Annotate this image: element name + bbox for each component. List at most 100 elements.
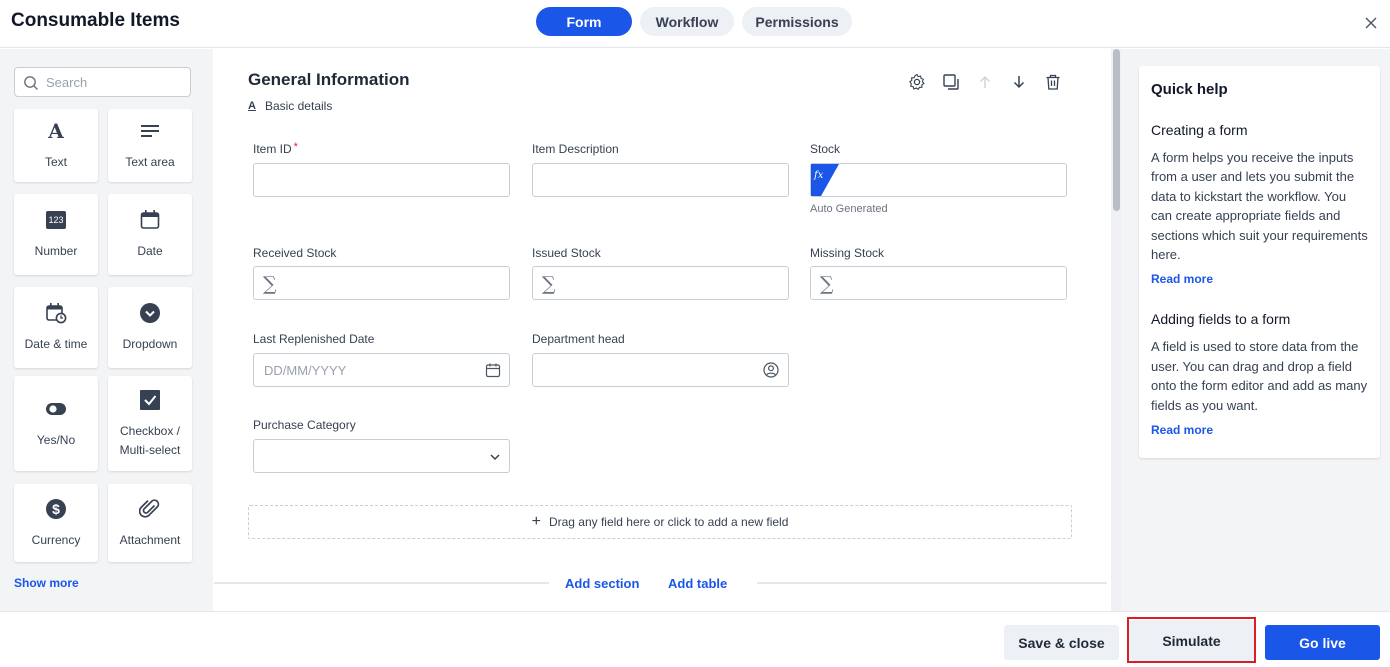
issued-stock-field[interactable]: ∑ xyxy=(532,266,789,300)
section-subtitle-text: Basic details xyxy=(264,99,333,113)
calendar-icon[interactable] xyxy=(485,362,501,378)
footer-bar: Save & close Simulate Go live xyxy=(0,611,1390,667)
text-area-icon xyxy=(141,125,159,137)
add-section-link[interactable]: Add section xyxy=(565,576,639,591)
palette-item-date[interactable]: Date xyxy=(108,194,192,275)
app-title: Consumable Items xyxy=(11,10,180,31)
field-label-received-stock: Received Stock xyxy=(253,246,337,260)
section-toolbar xyxy=(908,73,1062,91)
sum-icon: ∑ xyxy=(820,273,834,295)
user-icon[interactable] xyxy=(763,362,779,378)
calendar-icon xyxy=(140,210,160,229)
dollar-icon: $ xyxy=(46,498,66,519)
department-head-field[interactable] xyxy=(532,353,789,387)
missing-stock-field[interactable]: ∑ xyxy=(810,266,1067,300)
palette-item-label: Yes/No xyxy=(36,433,76,447)
close-icon[interactable] xyxy=(1362,14,1380,32)
palette-item-label: Text area xyxy=(125,155,175,169)
show-more-link[interactable]: Show more xyxy=(14,576,79,590)
purchase-category-select[interactable] xyxy=(253,439,510,473)
plus-icon: + xyxy=(531,513,541,530)
divider xyxy=(757,582,1107,584)
save-close-button[interactable]: Save & close xyxy=(1004,625,1119,660)
search-icon xyxy=(24,76,38,90)
text-icon: A xyxy=(48,119,64,143)
sum-icon: ∑ xyxy=(542,273,556,295)
checkbox-icon xyxy=(140,389,160,410)
section-title: General Information xyxy=(248,70,410,89)
palette-item-text[interactable]: A Text xyxy=(14,109,98,182)
palette-item-label: Currency xyxy=(31,532,81,547)
tab-workflow[interactable]: Workflow xyxy=(640,7,734,36)
chevron-circle-icon xyxy=(140,303,160,323)
palette-search[interactable] xyxy=(14,67,191,97)
palette-item-attachment[interactable]: Attachment xyxy=(108,484,192,562)
go-live-button[interactable]: Go live xyxy=(1265,625,1380,660)
field-label-item-id: Item ID * xyxy=(253,141,298,156)
add-table-link[interactable]: Add table xyxy=(668,576,727,591)
item-description-field[interactable] xyxy=(532,163,789,197)
trash-icon[interactable] xyxy=(1044,73,1062,91)
palette-item-currency[interactable]: $ Currency xyxy=(14,484,98,562)
help-topic-heading: Creating a form xyxy=(1151,122,1248,138)
field-label-item-description: Item Description xyxy=(532,142,619,156)
palette-item-label: Dropdown xyxy=(122,337,178,351)
palette-item-date-time[interactable]: Date & time xyxy=(14,287,98,368)
palette-item-label: Date xyxy=(137,244,163,258)
simulate-button[interactable]: Simulate xyxy=(1129,620,1254,661)
field-label-purchase-category: Purchase Category xyxy=(253,418,356,432)
palette-item-label: Attachment xyxy=(119,532,181,547)
read-more-link[interactable]: Read more xyxy=(1151,423,1368,437)
palette-item-label: Number xyxy=(34,244,78,258)
received-stock-field[interactable]: ∑ xyxy=(253,266,510,300)
duplicate-icon[interactable] xyxy=(942,73,960,91)
palette-item-label: Text xyxy=(44,155,67,169)
last-replenished-date-field[interactable] xyxy=(253,353,510,387)
tab-form[interactable]: Form xyxy=(536,7,632,36)
dropzone-text: Drag any field here or click to add a ne… xyxy=(548,515,789,529)
quick-help-card: Quick help Creating a form A form helps … xyxy=(1139,66,1380,458)
user-input[interactable] xyxy=(533,354,788,386)
scrollbar-thumb[interactable] xyxy=(1113,49,1120,211)
palette-item-yes-no[interactable]: Yes/No xyxy=(14,376,98,471)
help-topic-body: A form helps you receive the inputs from… xyxy=(1151,150,1368,263)
stock-hint: Auto Generated xyxy=(810,203,888,215)
tab-permissions[interactable]: Permissions xyxy=(742,7,852,36)
date-input[interactable] xyxy=(254,354,509,386)
help-title: Quick help xyxy=(1151,81,1228,98)
palette-item-text-area[interactable]: Text area xyxy=(108,109,192,182)
gear-icon[interactable] xyxy=(908,73,926,91)
item-description-input[interactable] xyxy=(533,164,788,196)
field-palette: A Text Text area 123 Number Date xyxy=(0,49,213,611)
add-field-dropzone[interactable]: + Drag any field here or click to add a … xyxy=(248,505,1072,539)
help-topic-body: A field is used to store data from the u… xyxy=(1151,339,1368,413)
header-bar: Consumable Items Form Workflow Permissio… xyxy=(0,0,1390,48)
move-up-icon xyxy=(979,75,991,88)
text-format-icon: A xyxy=(248,100,256,112)
field-label-stock: Stock xyxy=(810,142,841,156)
svg-text:$: $ xyxy=(52,501,60,517)
toggle-icon xyxy=(46,403,66,415)
number-icon: 123 xyxy=(46,208,66,232)
stock-field[interactable]: fx xyxy=(810,163,1067,197)
search-input[interactable] xyxy=(46,73,186,91)
palette-item-label: Checkbox / Multi-select xyxy=(119,423,181,457)
section-subtitle: A Basic details xyxy=(248,99,332,113)
item-id-field[interactable] xyxy=(253,163,510,197)
formula-icon: fx xyxy=(814,170,824,181)
chevron-down-icon[interactable] xyxy=(487,449,503,465)
field-label-last-replenished-date: Last Replenished Date xyxy=(253,332,375,346)
item-id-input[interactable] xyxy=(254,164,509,196)
top-tabs: Form Workflow Permissions xyxy=(536,7,852,36)
divider xyxy=(214,582,549,584)
move-down-icon[interactable] xyxy=(1010,73,1028,91)
form-canvas: General Information A Basic details Item… xyxy=(214,49,1110,611)
palette-item-label: Date & time xyxy=(24,337,88,351)
palette-item-checkbox[interactable]: Checkbox / Multi-select xyxy=(108,376,192,471)
palette-item-number[interactable]: 123 Number xyxy=(14,194,98,275)
palette-item-dropdown[interactable]: Dropdown xyxy=(108,287,192,368)
sum-icon: ∑ xyxy=(263,273,277,295)
read-more-link[interactable]: Read more xyxy=(1151,272,1368,286)
field-label-department-head: Department head xyxy=(532,332,625,346)
required-mark: * xyxy=(293,141,298,153)
